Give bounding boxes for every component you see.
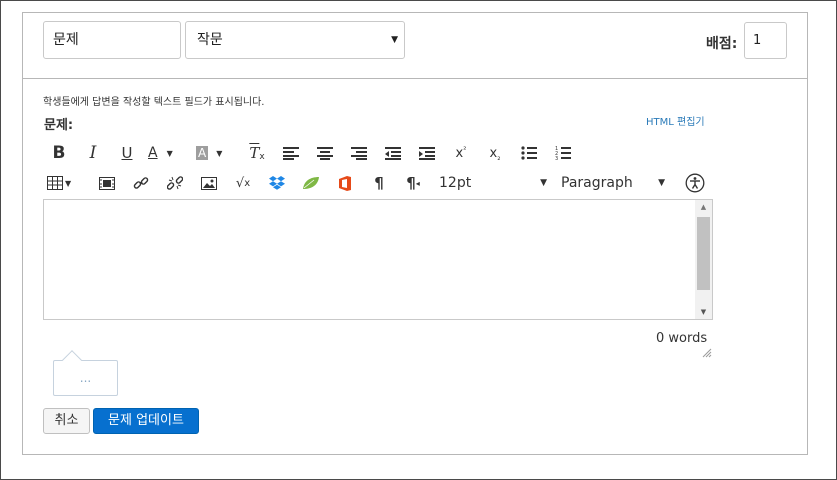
scroll-down-icon[interactable]: ▼: [695, 305, 712, 319]
outdent-icon[interactable]: [379, 139, 407, 167]
rtl-icon[interactable]: ¶ ◂: [399, 169, 427, 197]
helper-text: 학생들에게 답변을 작성할 텍스트 필드가 표시됩니다.: [43, 97, 265, 108]
question-label: 문제:: [44, 118, 74, 133]
subscript-icon[interactable]: x₂: [481, 139, 509, 167]
text-color-icon[interactable]: A ▼: [143, 139, 177, 167]
chevron-down-icon: ▼: [391, 35, 398, 45]
align-left-icon[interactable]: [277, 139, 305, 167]
link-icon[interactable]: [127, 169, 155, 197]
question-type-select[interactable]: 작문 ▼: [185, 21, 405, 59]
bullet-list-icon[interactable]: [515, 139, 543, 167]
ltr-icon[interactable]: ¶: [365, 169, 393, 197]
points-input[interactable]: 1: [744, 22, 787, 59]
background-color-icon[interactable]: A ▼: [191, 139, 227, 167]
equation-icon[interactable]: √ x: [229, 169, 257, 197]
scroll-up-icon[interactable]: ▲: [695, 200, 712, 214]
cancel-button[interactable]: 취소: [43, 408, 90, 434]
answer-placeholder-bubble[interactable]: ...: [53, 360, 118, 396]
align-center-icon[interactable]: [311, 139, 339, 167]
indent-icon[interactable]: [413, 139, 441, 167]
block-format-select[interactable]: Paragraph ▼: [561, 169, 665, 197]
superscript-icon[interactable]: x²: [447, 139, 475, 167]
question-type-value: 작문: [197, 32, 223, 48]
numbered-list-icon[interactable]: 123: [549, 139, 577, 167]
points-label: 배점:: [706, 36, 738, 52]
resize-handle-icon[interactable]: [702, 343, 712, 358]
question-title-input[interactable]: 문제: [43, 21, 181, 59]
rich-text-editor[interactable]: ▲ ▼: [43, 199, 713, 320]
leaf-icon[interactable]: [297, 169, 325, 197]
accessibility-icon[interactable]: [681, 169, 709, 197]
block-format-value: Paragraph: [561, 175, 633, 191]
word-count: 0 words: [656, 331, 708, 346]
html-editor-link[interactable]: HTML 편집기: [646, 113, 705, 128]
scroll-thumb[interactable]: [697, 217, 710, 290]
toolbar-row-1: B I U A ▼ A ▼ Tx x² x₂ 123: [43, 139, 715, 167]
question-card: 문제 작문 ▼ 배점: 1 학생들에게 답변을 작성할 텍스트 필드가 표시됩니…: [22, 12, 808, 455]
update-question-button[interactable]: 문제 업데이트: [93, 408, 199, 434]
office-icon[interactable]: [331, 169, 359, 197]
editor-scrollbar[interactable]: ▲ ▼: [695, 200, 712, 319]
bold-icon[interactable]: B: [45, 139, 73, 167]
chevron-down-icon: ▼: [658, 178, 665, 188]
svg-text:3: 3: [555, 156, 558, 161]
font-size-select[interactable]: 12pt ▼: [439, 169, 547, 197]
question-header: 문제 작문 ▼ 배점: 1: [23, 13, 807, 79]
underline-icon[interactable]: U: [113, 139, 141, 167]
italic-icon[interactable]: I: [79, 139, 107, 167]
clear-format-icon[interactable]: Tx: [243, 139, 271, 167]
font-size-value: 12pt: [439, 175, 472, 191]
table-icon[interactable]: ▼: [47, 169, 81, 197]
toolbar-row-2: ▼ √ x ¶ ¶ ◂ 12pt ▼ Paragraph ▼: [43, 169, 715, 197]
chevron-down-icon: ▼: [540, 178, 547, 188]
media-icon[interactable]: [93, 169, 121, 197]
unlink-icon[interactable]: [161, 169, 189, 197]
dropbox-icon[interactable]: [263, 169, 291, 197]
image-icon[interactable]: [195, 169, 223, 197]
align-right-icon[interactable]: [345, 139, 373, 167]
editor-content[interactable]: [50, 206, 690, 312]
